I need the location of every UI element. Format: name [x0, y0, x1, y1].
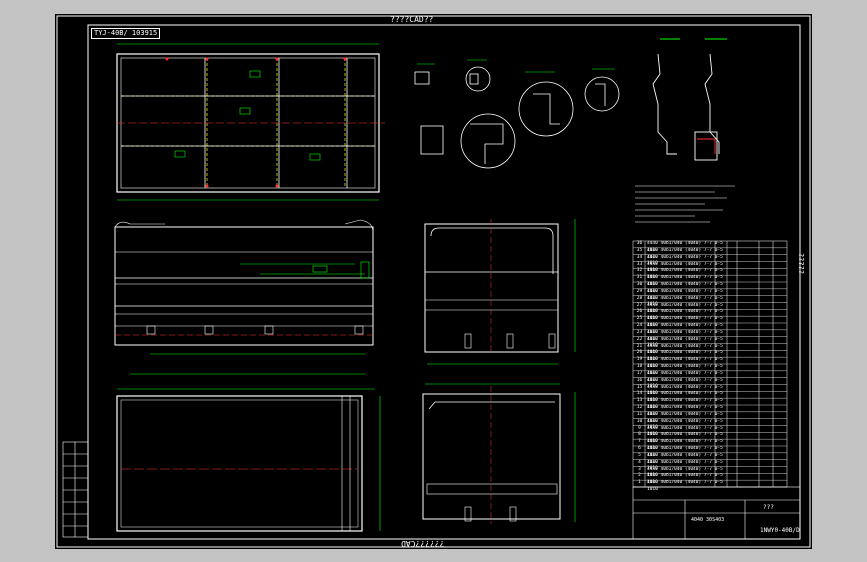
table-row: 35 4440 40b1/040 (4040) 7-7 0-5 1010 [633, 247, 787, 260]
table-row: 18 4440 40b1/040 (4040) 7-7 0-5 1010 [633, 364, 787, 376]
table-row: 10 4440 40b1/040 (4040) 7-7 0-5 1010 [633, 418, 787, 431]
table-row: 27 4440 40b1/040 (4040) 7-7 0-5 1010 [633, 303, 787, 315]
side-elevation [424, 219, 576, 365]
row-number: 12 [636, 405, 643, 410]
table-row: 24 4440 40b1/040 (4040) 7-7 0-5 1010 [633, 323, 787, 335]
table-row: 8 4440 40b1/040 (4040) 7-7 0-5 1010 [633, 432, 787, 444]
table-row: 33 4440 40b1/040 (4040) 7-7 0-5 1010 [633, 262, 787, 274]
table-row: 31 4440 40b1/040 (4040) 7-7 0-5 1010 [633, 275, 787, 287]
table-row: 16 4440 40b1/040 (4040) 7-7 0-5 1010 [633, 377, 787, 390]
corner-code: TYJ-40B/ 103915 [91, 28, 161, 39]
table-row: 17 4440 40b1/040 (4040) 7-7 0-5 1010 [633, 370, 787, 383]
row-number: 4 [638, 459, 641, 465]
row-number: 11 [636, 411, 643, 417]
table-row: 5 4440 40b1/040 (4040) 7-7 0-5 1010 [633, 452, 787, 465]
row-number: 16 [636, 377, 643, 383]
right-side-text: ????? [797, 252, 806, 275]
table-row: 9 4440 40b1/040 (4040) 7-7 0-5 1010 [633, 426, 787, 438]
row-number: 18 [636, 364, 643, 369]
table-row: 15 4440 40b1/040 (4040) 7-7 0-5 1010 [633, 385, 787, 397]
row-number: 17 [636, 370, 643, 376]
drawing-sheet: ????CAD?? ??????CAD TYJ-40B/ 103915 ????… [55, 14, 812, 549]
row-number: 7 [638, 439, 641, 445]
table-row: 20 4440 40b1/040 (4040) 7-7 0-5 1010 [633, 350, 787, 362]
row-number: 24 [636, 323, 643, 328]
row-description: 4440 40b1/040 (4040) 7-7 0-5 1010 [647, 480, 723, 492]
table-row: 2 4440 40b1/040 (4040) 7-7 0-5 1010 [633, 473, 787, 485]
table-row: 36 4440 40b1/040 (4040) 7-7 0-5 1010 [633, 241, 787, 253]
table-row: 7 4440 40b1/040 (4040) 7-7 0-5 1010 [633, 439, 787, 451]
table-row: 14 4440 40b1/040 (4040) 7-7 0-5 1010 [633, 391, 787, 403]
table-row: 19 4440 40b1/040 (4040) 7-7 0-5 1010 [633, 357, 787, 369]
parts-table: 36 4440 40b1/040 (4040) 7-7 0-5 1010 35 444… [633, 241, 787, 492]
row-number: 35 [636, 247, 643, 253]
front-elevation [114, 219, 375, 375]
row-number: 34 [636, 254, 643, 260]
table-row: 22 4440 40b1/040 (4040) 7-7 0-5 1010 [633, 336, 787, 349]
row-number: 5 [638, 452, 641, 458]
table-row: 4 4440 40b1/040 (4040) 7-7 0-5 1010 [633, 459, 787, 472]
table-row: 1 4440 40b1/040 (4040) 7-7 0-5 1010 [633, 480, 787, 492]
top-banner: ????CAD?? [390, 15, 434, 24]
table-row: 28 4440 40b1/040 (4040) 7-7 0-5 1010 [633, 295, 787, 308]
table-row: 11 4440 40b1/040 (4040) 7-7 0-5 1010 [633, 411, 787, 424]
row-number: 23 [636, 329, 643, 335]
technical-notes [635, 185, 735, 223]
table-row: 32 4440 40b1/040 (4040) 7-7 0-5 1010 [633, 268, 787, 280]
table-row: 12 4440 40b1/040 (4040) 7-7 0-5 1010 [633, 405, 787, 417]
row-number: 31 [636, 275, 643, 281]
row-number: 22 [636, 336, 643, 342]
table-row: 29 4440 40b1/040 (4040) 7-7 0-5 1010 [633, 288, 787, 301]
row-number: 25 [636, 316, 643, 322]
profile-detail [652, 38, 727, 161]
table-row: 25 4440 40b1/040 (4040) 7-7 0-5 1010 [633, 316, 787, 328]
bottom-banner: ??????CAD [401, 539, 445, 548]
row-number: 6 [638, 446, 641, 451]
row-number: 29 [636, 288, 643, 294]
table-row: 34 4440 40b1/040 (4040) 7-7 0-5 1010 [633, 254, 787, 267]
table-row: 6 4440 40b1/040 (4040) 7-7 0-5 1010 [633, 446, 787, 458]
row-number: 1 [638, 480, 641, 486]
table-row: 3 4440 40b1/040 (4040) 7-7 0-5 1010 [633, 467, 787, 479]
table-row: 30 4440 40b1/040 (4040) 7-7 0-5 1010 [633, 282, 787, 294]
title-block-sub: 4040 30S403 [691, 517, 725, 523]
row-number: 19 [636, 357, 643, 363]
row-number: 10 [636, 418, 643, 424]
detail-views [414, 59, 620, 169]
table-row: 13 4440 40b1/040 (4040) 7-7 0-5 1010 [633, 398, 787, 410]
row-number: 36 [636, 241, 643, 246]
title-block-code: 1NWY0-40B/D [760, 527, 800, 534]
revision-table [62, 441, 89, 538]
plan-view [116, 43, 385, 201]
title-block-name: ??? [763, 504, 774, 511]
table-row: 23 4440 40b1/040 (4040) 7-7 0-5 1010 [633, 329, 787, 342]
table-row: 26 4440 40b1/040 (4040) 7-7 0-5 1010 [633, 309, 787, 321]
row-number: 13 [636, 398, 643, 404]
row-number: 28 [636, 295, 643, 301]
bottom-view [116, 388, 381, 532]
table-row: 21 4440 40b1/040 (4040) 7-7 0-5 1010 [633, 344, 787, 356]
section-view [422, 383, 576, 524]
row-number: 30 [636, 282, 643, 287]
